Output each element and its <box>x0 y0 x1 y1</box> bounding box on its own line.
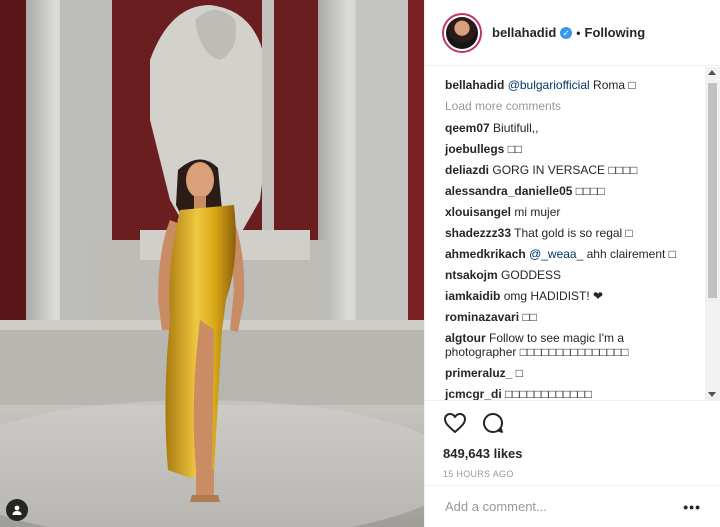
comment-text: □ <box>515 366 523 380</box>
scroll-down-arrow-icon[interactable] <box>708 392 716 397</box>
separator-dot: • <box>576 25 581 40</box>
header-username[interactable]: bellahadid <box>492 25 556 40</box>
add-comment-bar: ••• <box>425 485 720 527</box>
scrollbar-thumb[interactable] <box>708 83 717 298</box>
more-options-button[interactable]: ••• <box>683 499 701 515</box>
comment-username[interactable]: joebullegs <box>445 142 504 156</box>
scroll-up-arrow-icon[interactable] <box>708 70 716 75</box>
comment-username[interactable]: alessandra_danielle05 <box>445 184 572 198</box>
post-header: bellahadid ✓ • Following <box>425 0 720 66</box>
caption-mention[interactable]: @bulgariofficial <box>508 78 590 92</box>
comment-text: mi mujer <box>514 205 561 219</box>
comment-username[interactable]: ntsakojm <box>445 268 498 282</box>
comment-username[interactable]: iamkaidib <box>445 289 500 303</box>
verified-badge-icon: ✓ <box>560 26 573 39</box>
comment-username[interactable]: shadezzz33 <box>445 226 511 240</box>
comment-username[interactable]: jcmcgr_di <box>445 387 502 400</box>
comment-item: joebullegs □□ <box>445 142 697 156</box>
comment-item: ahmedkrikach @_weaa_ ahh clairement □ <box>445 247 697 261</box>
comment-text: □□ <box>522 310 537 324</box>
comment-item: jcmcgr_di □□□□□□□□□□□□ <box>445 387 697 400</box>
comment-text: ahh clairement □ <box>583 247 676 261</box>
add-comment-input[interactable] <box>445 499 645 514</box>
comment-icon[interactable] <box>481 411 505 438</box>
following-button[interactable]: Following <box>585 25 646 40</box>
comment-item: algtour Follow to see magic I'm a photog… <box>445 331 697 359</box>
comment-item: xlouisangel mi mujer <box>445 205 697 219</box>
comment-text: omg HADIDIST! ❤ <box>503 289 604 303</box>
post-image <box>0 0 424 527</box>
comment-username[interactable]: algtour <box>445 331 486 345</box>
comment-item: ntsakojm GODDESS <box>445 268 697 282</box>
caption: bellahadid @bulgariofficial Roma □ <box>445 67 697 92</box>
post-actions: 849,643 likes 15 HOURS AGO <box>425 400 720 485</box>
comment-text: GODDESS <box>501 268 562 282</box>
post-photo[interactable] <box>0 0 424 527</box>
caption-text: Roma □ <box>589 78 636 92</box>
user-tag-icon[interactable] <box>6 499 28 521</box>
avatar[interactable] <box>442 12 482 53</box>
comment-item: deliazdi GORG IN VERSACE □□□□ <box>445 163 697 177</box>
comment-text: Biutifull,, <box>493 121 539 135</box>
post-timestamp[interactable]: 15 HOURS AGO <box>443 469 701 479</box>
comment-text: That gold is so regal □ <box>514 226 633 240</box>
comment-item: alessandra_danielle05 □□□□ <box>445 184 697 198</box>
comment-username[interactable]: deliazdi <box>445 163 489 177</box>
comments-scrollbar[interactable] <box>705 67 720 400</box>
comment-username[interactable]: xlouisangel <box>445 205 511 219</box>
comment-username[interactable]: qeem07 <box>445 121 490 135</box>
heart-icon[interactable] <box>443 412 467 437</box>
comment-item: qeem07 Biutifull,, <box>445 121 697 135</box>
comment-text: □□□□□□□□□□□□ <box>505 387 593 400</box>
comment-item: shadezzz33 That gold is so regal □ <box>445 226 697 240</box>
post-side-panel: bellahadid ✓ • Following bellahadid @bul… <box>424 0 720 527</box>
action-icons <box>443 411 701 437</box>
comments-list[interactable]: bellahadid @bulgariofficial Roma □ Load … <box>425 67 720 400</box>
comment-username[interactable]: rominazavari <box>445 310 519 324</box>
comment-text: □□ <box>507 142 523 156</box>
load-more-comments-link[interactable]: Load more comments <box>445 99 697 113</box>
comment-text: □□□□ <box>575 184 605 198</box>
likes-count[interactable]: 849,643 likes <box>443 446 701 461</box>
comment-item: iamkaidib omg HADIDIST! ❤ <box>445 289 697 303</box>
comment-mention[interactable]: @_weaa_ <box>529 247 583 261</box>
caption-username[interactable]: bellahadid <box>445 78 504 92</box>
comment-username[interactable]: primeraluz_ <box>445 366 512 380</box>
comment-item: rominazavari □□ <box>445 310 697 324</box>
comment-item: primeraluz_ □ <box>445 366 697 380</box>
comment-text: GORG IN VERSACE □□□□ <box>492 163 638 177</box>
comment-username[interactable]: ahmedkrikach <box>445 247 526 261</box>
